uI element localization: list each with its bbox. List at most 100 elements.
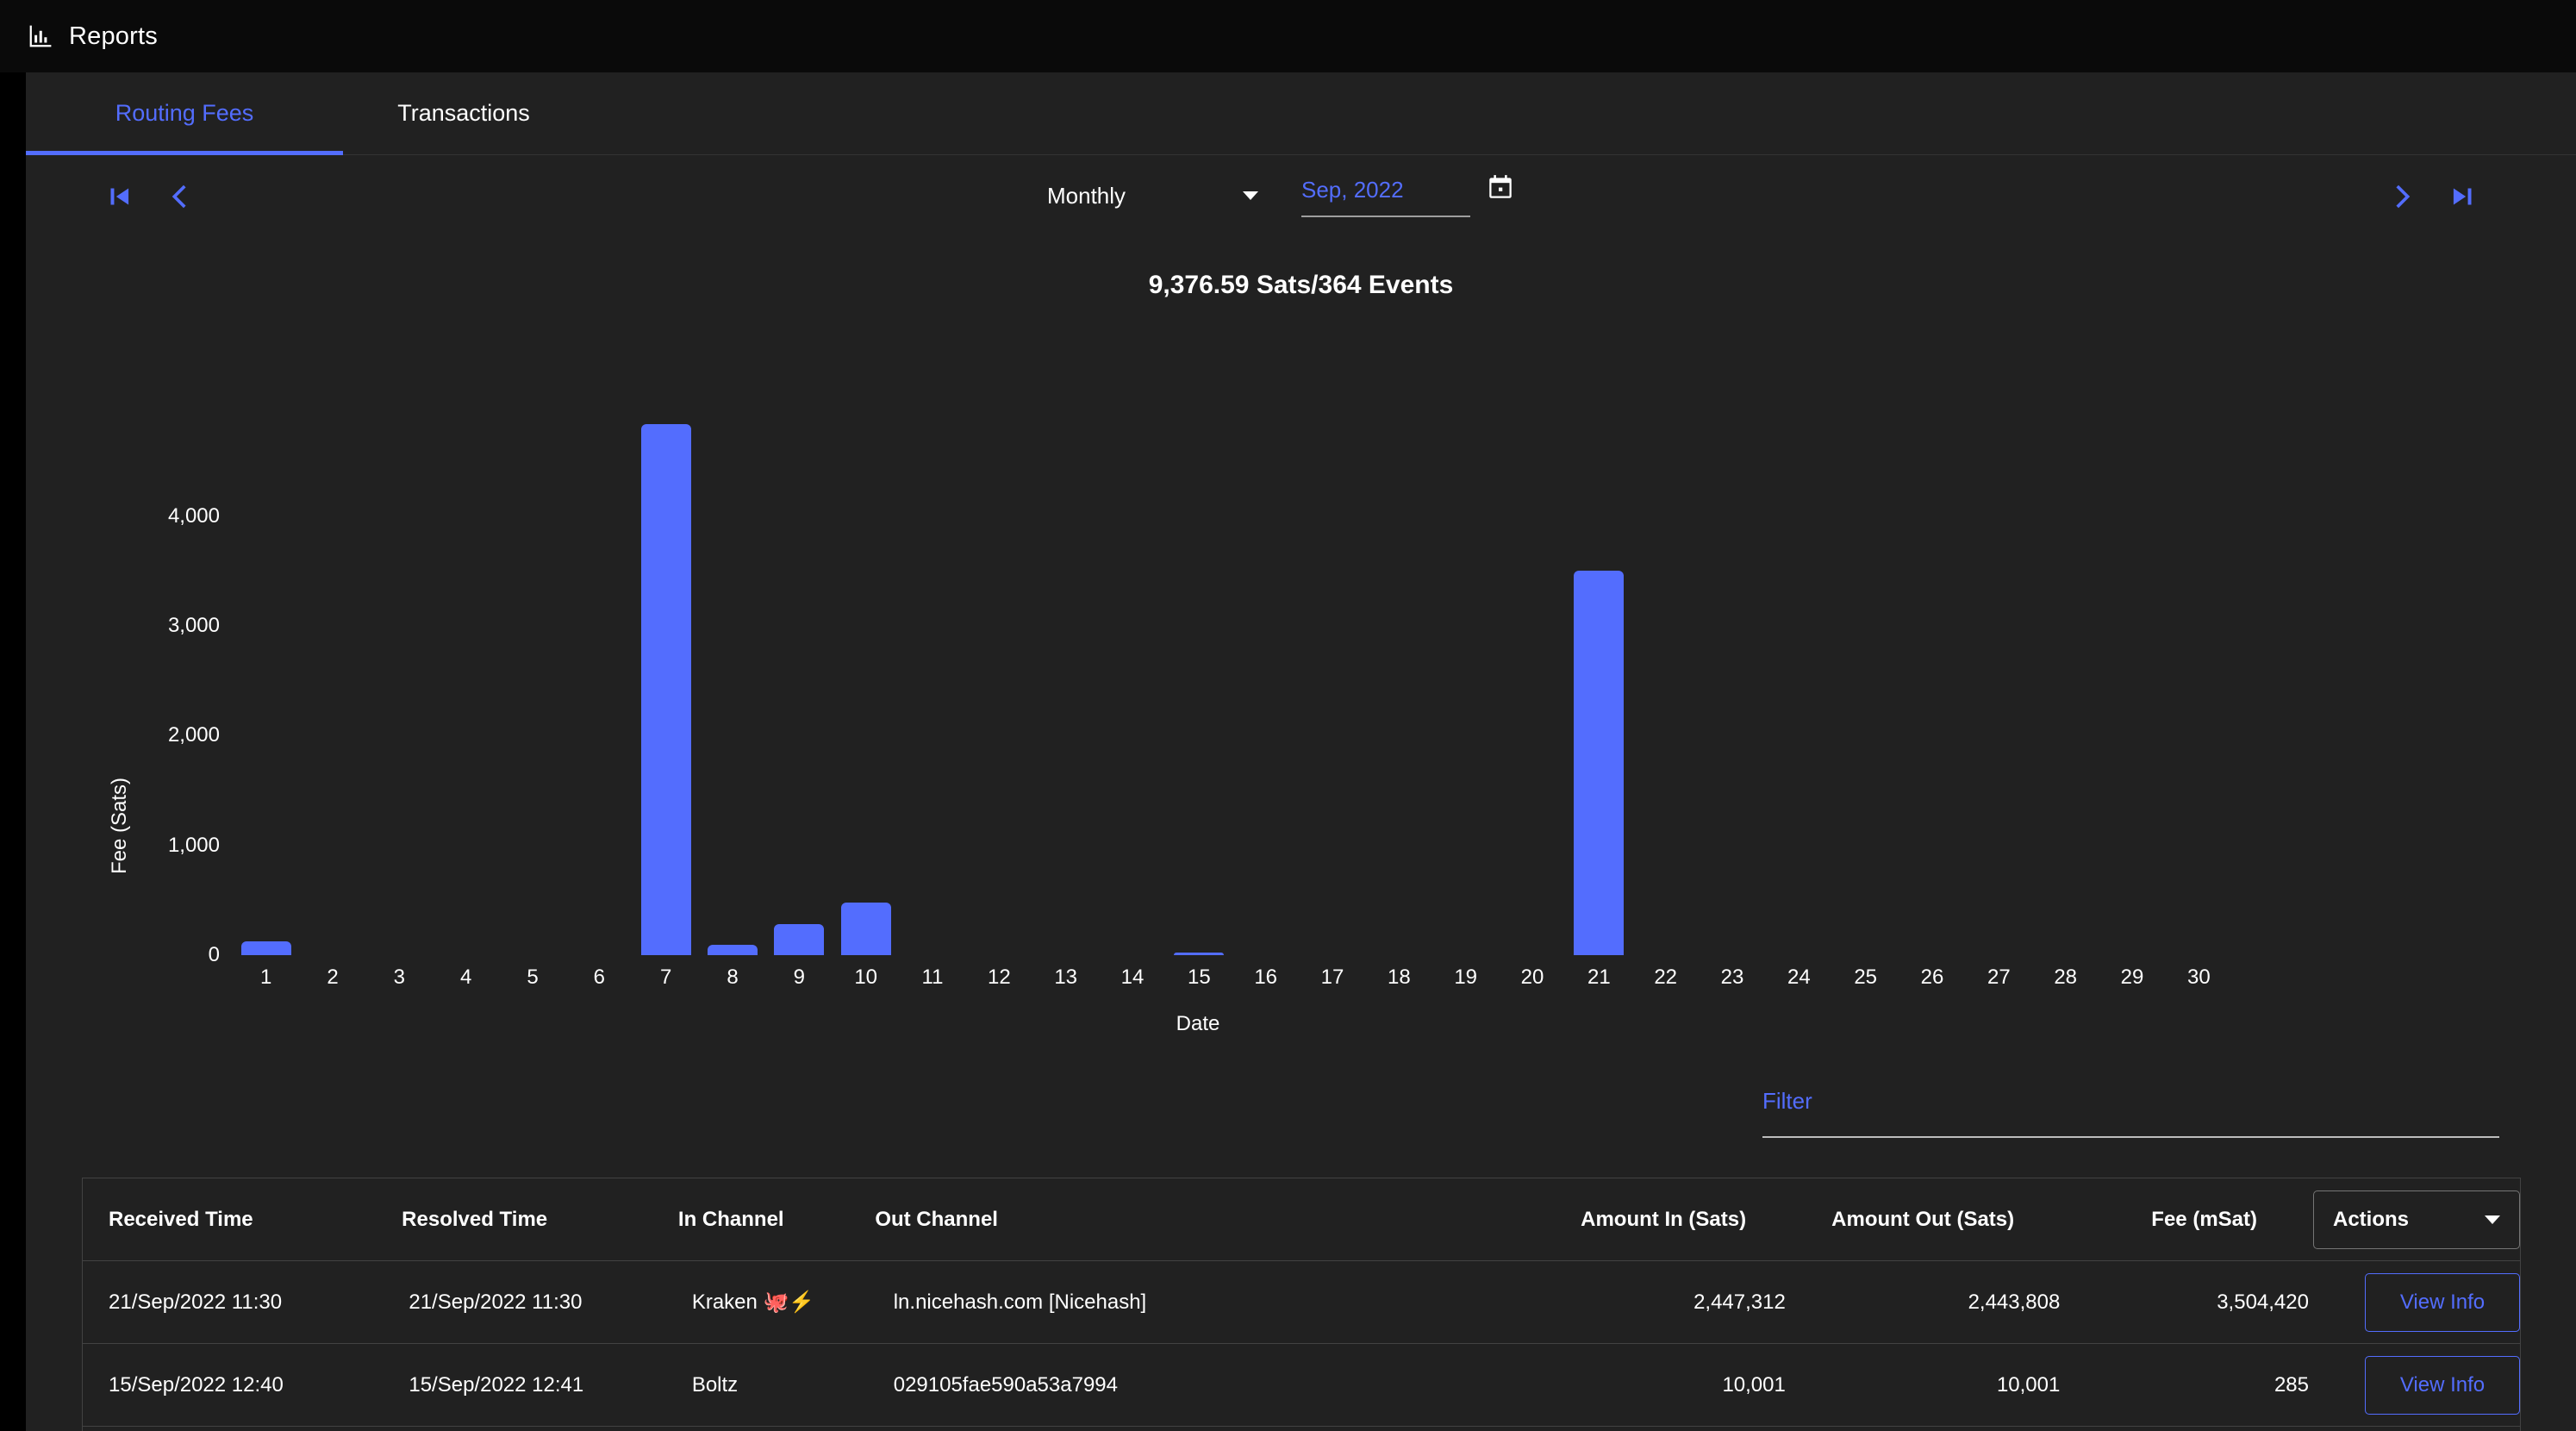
table-row[interactable]: 21/Sep/2022 11:30 21/Sep/2022 11:30 Kraken…	[83, 1261, 2520, 1344]
x-axis-tick: 3	[393, 965, 405, 989]
cell-actions: View Info	[2309, 1355, 2520, 1415]
chevron-down-icon	[1243, 191, 1258, 200]
y-axis-title: Fee (Sats)	[108, 777, 131, 874]
chart-bar-slot[interactable]	[366, 417, 433, 955]
chevron-down-icon	[2485, 1215, 2500, 1224]
chart-bar-slot[interactable]	[2099, 417, 2165, 955]
chart-bar-slot[interactable]	[2166, 417, 2232, 955]
x-axis-tick: 24	[1787, 965, 1811, 989]
chart-bar-slot[interactable]	[1966, 417, 2032, 955]
chart-bar-slot[interactable]	[1766, 417, 1832, 955]
chart-bar-slot[interactable]	[766, 417, 833, 955]
cell-in-channel: Kraken 🐙⚡	[691, 1290, 815, 1314]
chart-bar-slot[interactable]	[1432, 417, 1499, 955]
chart-bar-slot[interactable]	[499, 417, 565, 955]
actions-select[interactable]: Actions	[2313, 1190, 2520, 1249]
table-row[interactable]: 15/Sep/2022 12:40 15/Sep/2022 12:41 Boltz 0…	[83, 1344, 2520, 1427]
reports-panel: Routing Fees Transactions Monthly Sep, 2…	[26, 72, 2576, 1431]
chart-bar-slot[interactable]	[1299, 417, 1365, 955]
column-header-amount-out: Amount Out (Sats)	[1831, 1207, 2015, 1231]
chevron-right-icon[interactable]	[2377, 171, 2429, 222]
chart-bar-slot[interactable]	[1699, 417, 1765, 955]
tab-routing-fees[interactable]: Routing Fees	[26, 72, 343, 155]
cell-resolved-time: 21/Sep/2022 11:30	[409, 1290, 583, 1314]
routing-fees-chart: Fee (Sats) 0 1,000 2,000 3,000 4,000 1234567…	[26, 322, 2576, 1038]
chart-bar-slot[interactable]	[1899, 417, 1965, 955]
date-field-value: Sep, 2022	[1301, 176, 1404, 203]
chart-bar-slot[interactable]	[1099, 417, 1165, 955]
x-axis-tick: 1	[259, 965, 272, 989]
x-axis-tick: 26	[1920, 965, 1944, 989]
cell-amount-out: 10,001	[1996, 1372, 2061, 1397]
cell-out-channel: 029105fae590a53a7994	[893, 1372, 1118, 1397]
chart-bar-slot[interactable]	[2032, 417, 2099, 955]
chart-bar-slot[interactable]	[633, 417, 699, 955]
x-axis-tick: 29	[2120, 965, 2144, 989]
x-axis-tick: 12	[987, 965, 1011, 989]
x-axis-tick: 16	[1254, 965, 1278, 989]
cell-in-channel: Boltz	[691, 1372, 739, 1397]
bar-chart-icon	[28, 23, 53, 49]
column-header-amount-in: Amount In (Sats)	[1581, 1207, 1747, 1231]
tab-transactions-label: Transactions	[397, 100, 530, 126]
y-axis-tick: 1,000	[167, 833, 220, 857]
filter-input[interactable]	[1762, 1088, 2499, 1115]
x-axis-tick: 7	[659, 965, 672, 989]
chart-bar-slot[interactable]	[1166, 417, 1232, 955]
date-field[interactable]: Sep, 2022	[1301, 164, 1470, 217]
tab-routing-fees-label: Routing Fees	[115, 100, 254, 126]
page-title: Reports	[69, 22, 158, 50]
chart-bar-slot[interactable]	[899, 417, 965, 955]
chart-bar-slot[interactable]	[1499, 417, 1565, 955]
table-row[interactable]: 10/Sep/2022 22:0810/Sep/2022 22:09medeal…	[83, 1427, 2520, 1431]
chart-bar[interactable]	[240, 941, 291, 955]
chart-bar[interactable]	[1174, 953, 1225, 955]
calendar-icon[interactable]	[1482, 169, 1519, 205]
y-axis-tick: 4,000	[167, 503, 220, 528]
chart-bar-slot[interactable]	[1232, 417, 1299, 955]
x-axis-tick: 9	[793, 965, 805, 989]
x-axis-tick: 18	[1387, 965, 1411, 989]
chart-bar-slot[interactable]	[433, 417, 499, 955]
chart-bar-slot[interactable]	[1566, 417, 1632, 955]
x-axis-tick: 5	[527, 965, 539, 989]
skip-next-icon[interactable]	[2437, 171, 2489, 222]
skip-previous-icon[interactable]	[93, 171, 145, 222]
x-axis-tick: 25	[1854, 965, 1878, 989]
chart-bar[interactable]	[707, 944, 758, 955]
y-axis-tick: 0	[208, 943, 220, 966]
cell-received-time: 15/Sep/2022 12:40	[109, 1372, 284, 1397]
x-axis-tick: 20	[1520, 965, 1544, 989]
tab-transactions[interactable]: Transactions	[343, 72, 584, 155]
chart-bar-slot[interactable]	[966, 417, 1032, 955]
chart-bar-slot[interactable]	[1366, 417, 1432, 955]
x-axis-tick: 14	[1120, 965, 1145, 989]
cell-fee: 285	[2273, 1372, 2309, 1397]
x-axis-tick: 27	[1987, 965, 2011, 989]
x-axis-tick: 11	[921, 965, 944, 989]
chart-plot-area	[233, 417, 2232, 955]
chart-bar-slot[interactable]	[833, 417, 899, 955]
x-axis-tick: 23	[1720, 965, 1744, 989]
chart-bar[interactable]	[1574, 571, 1625, 955]
chart-bar-slot[interactable]	[1832, 417, 1899, 955]
chart-bar[interactable]	[774, 924, 825, 955]
period-controls: Monthly Sep, 2022	[26, 155, 2576, 238]
filter-field[interactable]	[1762, 1081, 2499, 1138]
chart-bar-slot[interactable]	[1632, 417, 1699, 955]
view-info-button[interactable]: View Info	[2364, 1355, 2520, 1415]
column-header-resolved-time: Resolved Time	[402, 1207, 548, 1231]
chart-bar-slot[interactable]	[699, 417, 765, 955]
chart-bar-slot[interactable]	[566, 417, 633, 955]
chart-bar-slot[interactable]	[1032, 417, 1099, 955]
chart-bar-slot[interactable]	[299, 417, 365, 955]
x-axis-tick: 2	[327, 965, 339, 989]
chart-bar-slot[interactable]	[233, 417, 299, 955]
period-select[interactable]: Monthly	[1047, 174, 1258, 217]
chart-bar[interactable]	[840, 902, 891, 955]
x-axis-tick: 6	[593, 965, 605, 989]
column-header-received-time: Received Time	[109, 1207, 253, 1231]
chevron-left-icon[interactable]	[153, 171, 205, 222]
chart-bar[interactable]	[640, 424, 691, 955]
view-info-button[interactable]: View Info	[2364, 1272, 2520, 1332]
